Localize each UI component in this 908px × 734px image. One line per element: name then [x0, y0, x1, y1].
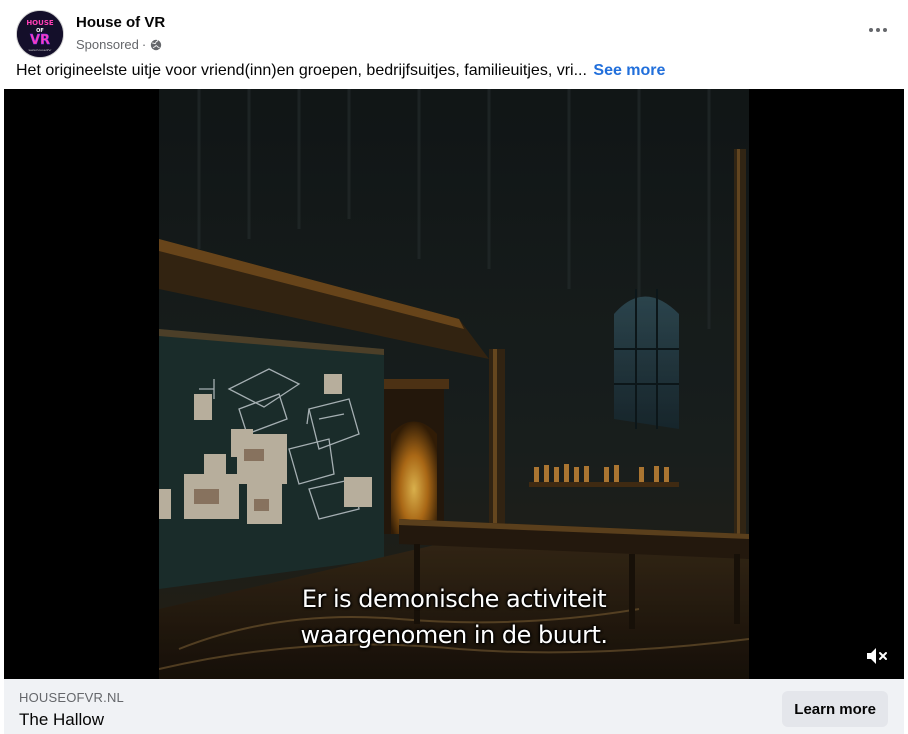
learn-more-button[interactable]: Learn more [782, 691, 888, 727]
link-domain: HOUSEOFVR.NL [19, 690, 124, 705]
sponsored-post: HOUSE OF VR www.houseofvr House of VR Sp… [0, 0, 908, 734]
video-player[interactable]: Er is demonische activiteit waargenomen … [4, 89, 904, 679]
page-name-link[interactable]: House of VR [76, 14, 165, 31]
more-options-button[interactable] [862, 16, 894, 44]
speaker-muted-icon [867, 648, 887, 664]
logo-text-top: HOUSE [26, 19, 54, 27]
unmute-button[interactable] [864, 643, 890, 669]
sponsored-label[interactable]: Sponsored [76, 37, 139, 52]
caption-text: Het origineelste uitje voor vriend(inn)e… [16, 62, 587, 79]
house-of-vr-logo: HOUSE OF VR www.houseofvr [17, 11, 63, 57]
logo-text-small: www.houseofvr [29, 48, 53, 52]
more-horizontal-icon [869, 28, 887, 32]
globe-icon[interactable] [150, 39, 162, 51]
subtitle-line-1: Er is demonische activiteit [301, 585, 607, 613]
logo-text-bottom: VR [30, 33, 50, 48]
see-more-link[interactable]: See more [593, 62, 665, 79]
separator-dot: · [141, 37, 147, 52]
sponsored-row: Sponsored · [76, 37, 162, 52]
link-preview-card[interactable]: HOUSEOFVR.NL The Hallow Learn more [4, 679, 904, 734]
link-title[interactable]: The Hallow [19, 710, 104, 730]
page-avatar[interactable]: HOUSE OF VR www.houseofvr [16, 10, 64, 58]
subtitle-line-2: waargenomen in de buurt. [300, 621, 608, 649]
video-subtitle: Er is demonische activiteit waargenomen … [159, 581, 749, 653]
post-caption: Het origineelste uitje voor vriend(inn)e… [16, 60, 665, 82]
